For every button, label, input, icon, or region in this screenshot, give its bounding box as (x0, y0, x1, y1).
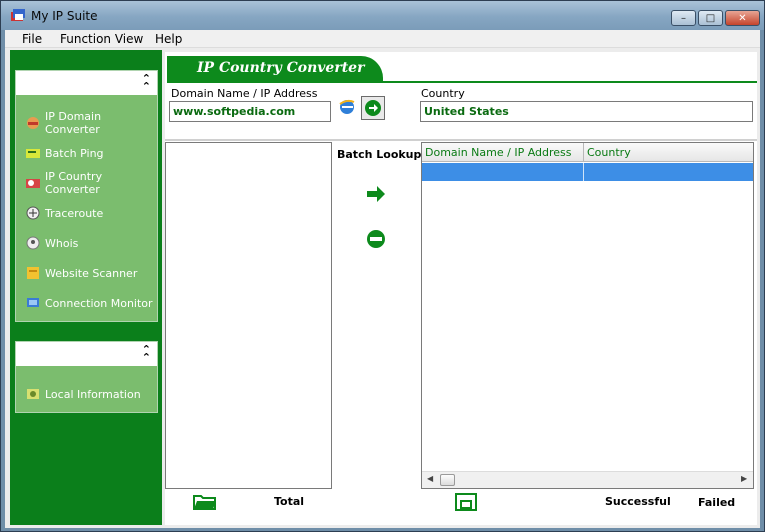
sidebar-item-label: Whois (45, 236, 79, 250)
local-information-icon (27, 389, 39, 399)
horizontal-scrollbar[interactable]: ◀ ▶ (422, 471, 753, 488)
convert-button[interactable] (361, 96, 385, 120)
sidebar-item-whois[interactable]: Whois (16, 229, 157, 257)
sidebar-item-label: IP Domain Converter (45, 110, 102, 136)
country-field[interactable]: United States (420, 101, 753, 122)
group-header[interactable]: ⌃ ⌃ (16, 342, 157, 366)
sidebar-group-tools: ⌃ ⌃ IP Domain Converter Batch Ping IP Cou… (15, 70, 158, 322)
sidebar-item-label: Traceroute (45, 206, 104, 220)
client-area: ⌃ ⌃ IP Domain Converter Batch Ping IP Cou… (5, 48, 760, 528)
ip-domain-icon (27, 117, 39, 129)
sidebar-item-batch-ping[interactable]: Batch Ping (16, 139, 157, 167)
row-separator (583, 163, 584, 181)
sidebar-item-traceroute[interactable]: Traceroute (16, 199, 157, 227)
traceroute-icon (26, 206, 40, 220)
collapse-icon[interactable]: ⌃ ⌃ (142, 344, 151, 363)
close-button[interactable]: ✕ (725, 10, 760, 26)
sidebar: ⌃ ⌃ IP Domain Converter Batch Ping IP Cou… (10, 50, 162, 525)
sidebar-item-ip-domain-converter[interactable]: IP Domain Converter (16, 109, 157, 137)
group-header[interactable]: ⌃ ⌃ (16, 71, 157, 95)
batch-run-button[interactable] (365, 183, 387, 205)
content-area: IP Country Converter Domain Name / IP Ad… (165, 52, 757, 525)
sidebar-item-label: Batch Ping (45, 146, 104, 160)
sidebar-item-ip-country-converter[interactable]: IP Country Converter (16, 169, 157, 197)
menu-file[interactable]: File (22, 32, 42, 46)
sidebar-item-label: IP Country Converter (45, 170, 103, 196)
minimize-button[interactable]: – (671, 10, 696, 26)
results-table[interactable]: Domain Name / IP Address Country ◀ ▶ (421, 142, 754, 489)
menu-help[interactable]: Help (155, 32, 182, 46)
save-icon[interactable] (455, 493, 477, 511)
batch-clear-button[interactable] (366, 229, 386, 249)
domain-label: Domain Name / IP Address (171, 87, 318, 100)
browser-icon[interactable] (338, 98, 356, 116)
app-icon (11, 9, 25, 21)
column-header-country[interactable]: Country (584, 143, 753, 162)
sidebar-item-local-information[interactable]: Local Information (16, 380, 157, 408)
batch-ping-icon (26, 149, 40, 158)
sidebar-item-connection-monitor[interactable]: Connection Monitor (16, 289, 157, 317)
whois-icon (26, 236, 40, 250)
menu-function-view[interactable]: Function View (60, 32, 143, 46)
sidebar-item-label: Local Information (45, 387, 141, 401)
batch-input-list[interactable] (165, 142, 332, 489)
successful-label: Successful (605, 495, 671, 508)
arrow-right-icon (365, 100, 381, 116)
sidebar-group-local: ⌃ ⌃ Local Information (15, 341, 158, 413)
banner-underline (167, 81, 757, 83)
maximize-button[interactable]: □ (698, 10, 723, 26)
total-label: Total (274, 495, 305, 508)
table-header: Domain Name / IP Address Country (422, 143, 753, 162)
sidebar-item-label: Website Scanner (45, 266, 138, 280)
connection-monitor-icon (27, 298, 39, 307)
scroll-thumb[interactable] (440, 474, 455, 486)
scroll-left-icon[interactable]: ◀ (427, 474, 433, 483)
table-row[interactable] (422, 163, 753, 181)
window-title: My IP Suite (31, 9, 98, 23)
column-header-domain[interactable]: Domain Name / IP Address (422, 143, 584, 162)
sidebar-item-website-scanner[interactable]: Website Scanner (16, 259, 157, 287)
menu-bar: File Function View Help (5, 30, 760, 48)
title-bar[interactable]: My IP Suite – □ ✕ (1, 1, 764, 30)
batch-lookup-label: Batch Lookup (337, 148, 422, 161)
collapse-icon[interactable]: ⌃ ⌃ (142, 73, 151, 92)
open-folder-icon[interactable] (193, 493, 217, 511)
failed-label: Failed (698, 496, 736, 509)
scroll-right-icon[interactable]: ▶ (741, 474, 747, 483)
app-window: My IP Suite – □ ✕ File Function View Hel… (0, 0, 765, 532)
domain-input[interactable]: www.softpedia.com (169, 101, 331, 122)
page-title: IP Country Converter (167, 56, 383, 81)
section-divider (165, 139, 757, 141)
sidebar-item-label: Connection Monitor (45, 296, 153, 310)
website-scanner-icon (27, 267, 39, 279)
country-label: Country (421, 87, 465, 100)
ip-country-icon (26, 179, 40, 188)
